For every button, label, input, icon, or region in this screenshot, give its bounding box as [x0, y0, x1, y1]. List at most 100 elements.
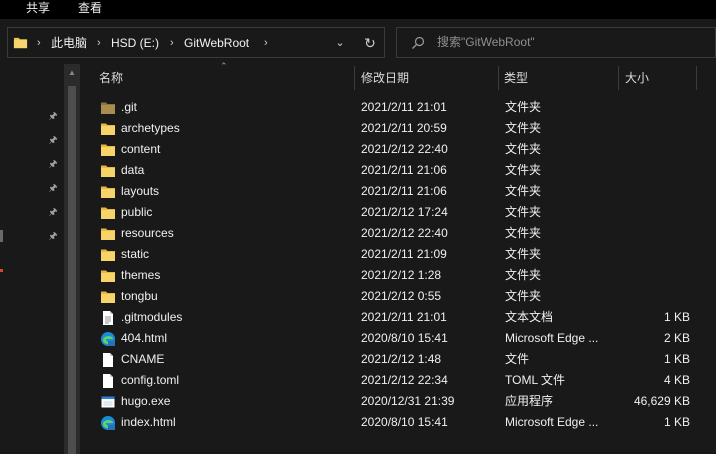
pin-icon[interactable]: 🖈 [47, 111, 59, 123]
table-row[interactable]: tongbu 2021/2/12 0:55 文件夹 [80, 286, 716, 307]
file-size [620, 244, 690, 265]
toolbar-gap [0, 19, 716, 24]
table-row[interactable]: static 2021/2/11 21:09 文件夹 [80, 244, 716, 265]
folder-icon [100, 121, 116, 137]
file-name[interactable]: themes [121, 265, 351, 286]
folder-icon [100, 100, 116, 116]
breadcrumb-this-pc[interactable]: 此电脑 [51, 33, 87, 53]
column-type[interactable]: 类型 [504, 64, 528, 92]
file-rows: .git 2021/2/11 21:01 文件夹 archetypes 2021/2/1… [80, 97, 716, 433]
folder-icon [100, 205, 116, 221]
tab-share[interactable]: 共享 [26, 0, 50, 17]
file-size [620, 265, 690, 286]
file-type: 文件夹 [505, 268, 542, 282]
column-size[interactable]: 大小 [625, 64, 649, 92]
file-size [620, 181, 690, 202]
file-type: 文件夹 [505, 184, 542, 198]
breadcrumb-separator: › [37, 37, 41, 49]
table-row[interactable]: data 2021/2/11 21:06 文件夹 [80, 160, 716, 181]
file-size [620, 97, 690, 118]
file-modified-date: 2021/2/11 21:01 [361, 100, 447, 114]
file-name[interactable]: tongbu [121, 286, 351, 307]
blank-file-icon [100, 373, 116, 389]
address-bar[interactable]: › 此电脑 › HSD (E:) › GitWebRoot › ⌄ ↻ [7, 27, 385, 58]
file-name[interactable]: layouts [121, 181, 351, 202]
file-modified-date: 2021/2/12 22:34 [361, 373, 448, 387]
pin-icon[interactable]: 🖈 [47, 183, 59, 195]
search-placeholder[interactable]: 搜索"GitWebRoot" [437, 28, 535, 57]
chevron-down-icon[interactable]: ⌄ [332, 32, 348, 54]
sort-ascending-icon: ⌃ [220, 61, 228, 71]
file-name[interactable]: index.html [121, 412, 351, 433]
tab-view[interactable]: 查看 [78, 0, 102, 17]
table-row[interactable]: resources 2021/2/12 22:40 文件夹 [80, 223, 716, 244]
file-name[interactable]: .gitmodules [121, 307, 351, 328]
column-divider[interactable] [498, 66, 499, 90]
scroll-up-icon[interactable]: ▲ [64, 68, 80, 77]
file-name[interactable]: public [121, 202, 351, 223]
table-row[interactable]: .gitmodules 2021/2/11 21:01 文本文档 1 KB [80, 307, 716, 328]
nav-item-edge [0, 269, 3, 272]
column-divider[interactable] [696, 66, 697, 90]
file-size [620, 139, 690, 160]
pin-icon[interactable]: 🖈 [47, 159, 59, 171]
edge-html-icon [100, 331, 116, 347]
breadcrumb-separator: › [170, 37, 174, 49]
file-modified-date: 2021/2/12 17:24 [361, 205, 448, 219]
file-type: TOML 文件 [505, 373, 566, 387]
file-type: 文件夹 [505, 100, 542, 114]
table-row[interactable]: config.toml 2021/2/12 22:34 TOML 文件 4 KB [80, 370, 716, 391]
file-modified-date: 2021/2/12 1:48 [361, 352, 442, 366]
nav-scrollbar[interactable]: ▲ [64, 64, 80, 454]
file-modified-date: 2021/2/12 22:40 [361, 226, 448, 240]
column-name[interactable]: 名称 [99, 64, 123, 92]
file-name[interactable]: .git [121, 97, 351, 118]
folder-icon [100, 289, 116, 305]
table-row[interactable]: archetypes 2021/2/11 20:59 文件夹 [80, 118, 716, 139]
table-row[interactable]: public 2021/2/12 17:24 文件夹 [80, 202, 716, 223]
file-name[interactable]: static [121, 244, 351, 265]
pin-icon[interactable]: 🖈 [47, 231, 59, 243]
file-name[interactable]: data [121, 160, 351, 181]
file-modified-date: 2020/8/10 15:41 [361, 415, 448, 429]
refresh-icon[interactable]: ↻ [360, 32, 380, 54]
table-row[interactable]: 404.html 2020/8/10 15:41 Microsoft Edge ..… [80, 328, 716, 349]
pin-icon[interactable]: 🖈 [47, 207, 59, 219]
file-name[interactable]: resources [121, 223, 351, 244]
file-size [620, 223, 690, 244]
column-date[interactable]: 修改日期 [361, 64, 409, 92]
search-box[interactable]: 搜索"GitWebRoot" [396, 27, 716, 58]
file-name[interactable]: 404.html [121, 328, 351, 349]
file-type: 文件夹 [505, 121, 542, 135]
table-row[interactable]: layouts 2021/2/11 21:06 文件夹 [80, 181, 716, 202]
file-type: 文本文档 [505, 310, 554, 324]
text-file-icon [100, 310, 116, 326]
table-row[interactable]: content 2021/2/12 22:40 文件夹 [80, 139, 716, 160]
table-row[interactable]: hugo.exe 2020/12/31 21:39 应用程序 46,629 KB [80, 391, 716, 412]
file-name[interactable]: hugo.exe [121, 391, 351, 412]
file-modified-date: 2021/2/12 1:28 [361, 268, 442, 282]
column-divider[interactable] [618, 66, 619, 90]
search-icon [412, 36, 425, 49]
file-size [620, 118, 690, 139]
table-row[interactable]: CNAME 2021/2/12 1:48 文件 1 KB [80, 349, 716, 370]
table-row[interactable]: themes 2021/2/12 1:28 文件夹 [80, 265, 716, 286]
table-row[interactable]: .git 2021/2/11 21:01 文件夹 [80, 97, 716, 118]
breadcrumb-drive[interactable]: HSD (E:) [111, 33, 159, 53]
file-type: 文件 [505, 352, 530, 366]
column-divider[interactable] [354, 66, 355, 90]
edge-html-icon [100, 415, 116, 431]
file-name[interactable]: config.toml [121, 370, 351, 391]
file-type: 文件夹 [505, 163, 542, 177]
file-list: ⌃ 名称 修改日期 类型 大小 .git 2021/2/11 21:01 文件夹 ar… [80, 61, 716, 454]
table-row[interactable]: index.html 2020/8/10 15:41 Microsoft Edge … [80, 412, 716, 433]
blank-file-icon [100, 352, 116, 368]
file-name[interactable]: CNAME [121, 349, 351, 370]
breadcrumb-gitwebroot[interactable]: GitWebRoot [184, 33, 249, 53]
file-name[interactable]: content [121, 139, 351, 160]
scrollbar-thumb[interactable] [68, 86, 76, 454]
pin-icon[interactable]: 🖈 [47, 135, 59, 147]
file-modified-date: 2021/2/12 0:55 [361, 289, 442, 303]
file-name[interactable]: archetypes [121, 118, 351, 139]
file-type: 文件夹 [505, 247, 542, 261]
